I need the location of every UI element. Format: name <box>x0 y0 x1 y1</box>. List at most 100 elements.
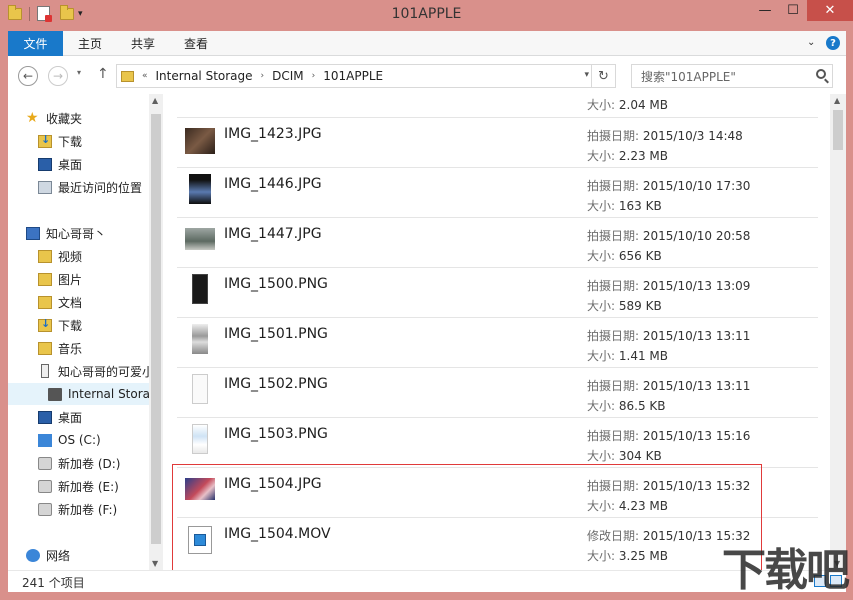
size-label: 大小: <box>587 199 616 213</box>
list-item[interactable]: IMG_1502.PNG 拍摄日期: 2015/10/13 13:11 大小: … <box>177 368 818 418</box>
image-thumbnail-icon <box>185 128 215 154</box>
file-date: 2015/10/13 13:09 <box>642 279 751 293</box>
nav-label: 桌面 <box>58 410 83 425</box>
nav-label: 视频 <box>58 249 83 264</box>
list-item[interactable]: IMG_1447.JPG 拍摄日期: 2015/10/10 20:58 大小: … <box>177 218 818 268</box>
breadcrumb-overflow-icon[interactable]: « <box>142 71 148 81</box>
date-label: 拍摄日期: <box>587 329 640 343</box>
scroll-down-icon[interactable]: ▼ <box>152 559 158 568</box>
nav-item-documents[interactable]: 文档 <box>38 291 163 313</box>
title-bar: ▾ 101APPLE — ☐ ✕ <box>0 0 853 31</box>
recent-places-icon <box>38 180 52 194</box>
nav-item-downloads-2[interactable]: 下载 <box>38 314 163 336</box>
star-icon: ★ <box>26 109 39 126</box>
file-size: 589 KB <box>618 299 662 313</box>
size-label: 大小: <box>587 149 616 163</box>
nav-item-favorites[interactable]: ★ 收藏夹 <box>26 107 163 129</box>
list-item[interactable]: 大小: 2.04 MB <box>177 94 818 118</box>
status-bar: 241 个项目 <box>8 570 846 592</box>
file-name: IMG_1423.JPG <box>224 126 322 142</box>
scroll-up-icon[interactable]: ▲ <box>834 96 840 105</box>
size-label: 大小: <box>587 249 616 263</box>
size-label: 大小: <box>587 349 616 363</box>
close-button[interactable]: ✕ <box>807 0 853 21</box>
nav-item-internal-storage[interactable]: Internal Stora <box>8 383 158 405</box>
nav-item-drive-e[interactable]: 新加卷 (E:) <box>38 475 163 497</box>
file-size: 2.04 MB <box>618 98 668 112</box>
breadcrumb-internal-storage[interactable]: Internal Storage <box>156 69 253 83</box>
content-scrollbar[interactable]: ▲ ▼ <box>830 94 846 570</box>
file-size: 1.41 MB <box>618 349 668 363</box>
breadcrumb-dcim[interactable]: DCIM <box>272 69 304 83</box>
help-icon[interactable]: ? <box>826 36 840 50</box>
pictures-folder-icon <box>38 272 52 286</box>
nav-label: Internal Stora <box>68 387 151 401</box>
file-size: 163 KB <box>618 199 662 213</box>
list-item[interactable]: IMG_1503.PNG 拍摄日期: 2015/10/13 15:16 大小: … <box>177 418 818 468</box>
tab-file[interactable]: 文件 <box>8 31 63 56</box>
file-size: 2.23 MB <box>618 149 668 163</box>
tab-share[interactable]: 共享 <box>131 31 155 56</box>
up-button[interactable]: ↑ <box>97 66 109 82</box>
nav-item-desktop[interactable]: 桌面 <box>38 153 163 175</box>
nav-item-pictures[interactable]: 图片 <box>38 268 163 290</box>
nav-item-this-pc[interactable]: 知心哥哥丶 <box>26 222 163 244</box>
chevron-right-icon[interactable]: › <box>261 71 265 81</box>
nav-scroll-thumb[interactable] <box>151 114 161 544</box>
recent-locations-dropdown[interactable]: ▾ <box>77 68 81 77</box>
phone-icon <box>41 364 49 378</box>
nav-item-videos[interactable]: 视频 <box>38 245 163 267</box>
nav-label: 网络 <box>46 548 71 563</box>
search-icon[interactable] <box>816 69 826 79</box>
folder-icon <box>121 70 134 82</box>
date-label: 拍摄日期: <box>587 179 640 193</box>
list-item[interactable]: IMG_1446.JPG 拍摄日期: 2015/10/10 17:30 大小: … <box>177 168 818 218</box>
file-name: IMG_1503.PNG <box>224 426 328 442</box>
desktop-folder-icon <box>38 410 52 424</box>
nav-item-music[interactable]: 音乐 <box>38 337 163 359</box>
chevron-right-icon[interactable]: › <box>312 71 316 81</box>
minimize-button[interactable]: — <box>752 0 778 21</box>
expand-ribbon-icon[interactable]: ⌄ <box>807 37 815 48</box>
scroll-up-icon[interactable]: ▲ <box>152 96 158 105</box>
file-name: IMG_1447.JPG <box>224 226 322 242</box>
nav-item-drive-f[interactable]: 新加卷 (F:) <box>38 498 163 520</box>
search-placeholder: 搜索"101APPLE" <box>641 69 736 84</box>
forward-button[interactable]: → <box>48 66 68 86</box>
annotation-highlight-box <box>172 464 762 574</box>
nav-item-drive-d[interactable]: 新加卷 (D:) <box>38 452 163 474</box>
drive-icon <box>38 502 52 516</box>
nav-label: 桌面 <box>58 157 83 172</box>
navigation-pane: ★ 收藏夹 下载 桌面 最近访问的位置 知心哥哥丶 视频 图片 文 <box>8 94 163 570</box>
address-history-dropdown[interactable]: ▾ <box>584 70 589 80</box>
nav-item-downloads[interactable]: 下载 <box>38 130 163 152</box>
address-bar[interactable]: « Internal Storage › DCIM › 101APPLE ▾ ↻ <box>116 64 616 88</box>
maximize-button[interactable]: ☐ <box>780 0 806 21</box>
date-label: 拍摄日期: <box>587 379 640 393</box>
nav-item-drive-c[interactable]: OS (C:) <box>38 429 163 451</box>
nav-label: 新加卷 (E:) <box>58 479 119 494</box>
nav-item-iphone[interactable]: 知心哥哥的可爱小 <box>38 360 149 382</box>
nav-label: 下载 <box>58 318 83 333</box>
nav-item-desktop-pc[interactable]: 桌面 <box>38 406 163 428</box>
breadcrumb-101apple[interactable]: 101APPLE <box>323 69 383 83</box>
back-button[interactable]: ← <box>18 66 38 86</box>
refresh-button[interactable]: ↻ <box>591 65 615 87</box>
list-item[interactable]: IMG_1423.JPG 拍摄日期: 2015/10/3 14:48 大小: 2… <box>177 118 818 168</box>
nav-scrollbar[interactable]: ▲ ▼ <box>149 94 163 570</box>
file-size: 86.5 KB <box>618 399 666 413</box>
list-item[interactable]: IMG_1501.PNG 拍摄日期: 2015/10/13 13:11 大小: … <box>177 318 818 368</box>
nav-label: 知心哥哥丶 <box>46 226 107 241</box>
item-count: 241 个项目 <box>22 576 85 590</box>
search-input[interactable]: 搜索"101APPLE" <box>631 64 833 88</box>
image-thumbnail-icon <box>192 274 208 304</box>
image-thumbnail-icon <box>192 424 208 454</box>
content-scroll-thumb[interactable] <box>833 110 843 150</box>
nav-item-network[interactable]: 网络 <box>26 544 163 566</box>
file-date: 2015/10/13 15:16 <box>642 429 751 443</box>
nav-label: 新加卷 (F:) <box>58 502 118 517</box>
tab-home[interactable]: 主页 <box>78 31 102 56</box>
tab-view[interactable]: 查看 <box>184 31 208 56</box>
list-item[interactable]: IMG_1500.PNG 拍摄日期: 2015/10/13 13:09 大小: … <box>177 268 818 318</box>
nav-item-recent-places[interactable]: 最近访问的位置 <box>38 176 163 198</box>
